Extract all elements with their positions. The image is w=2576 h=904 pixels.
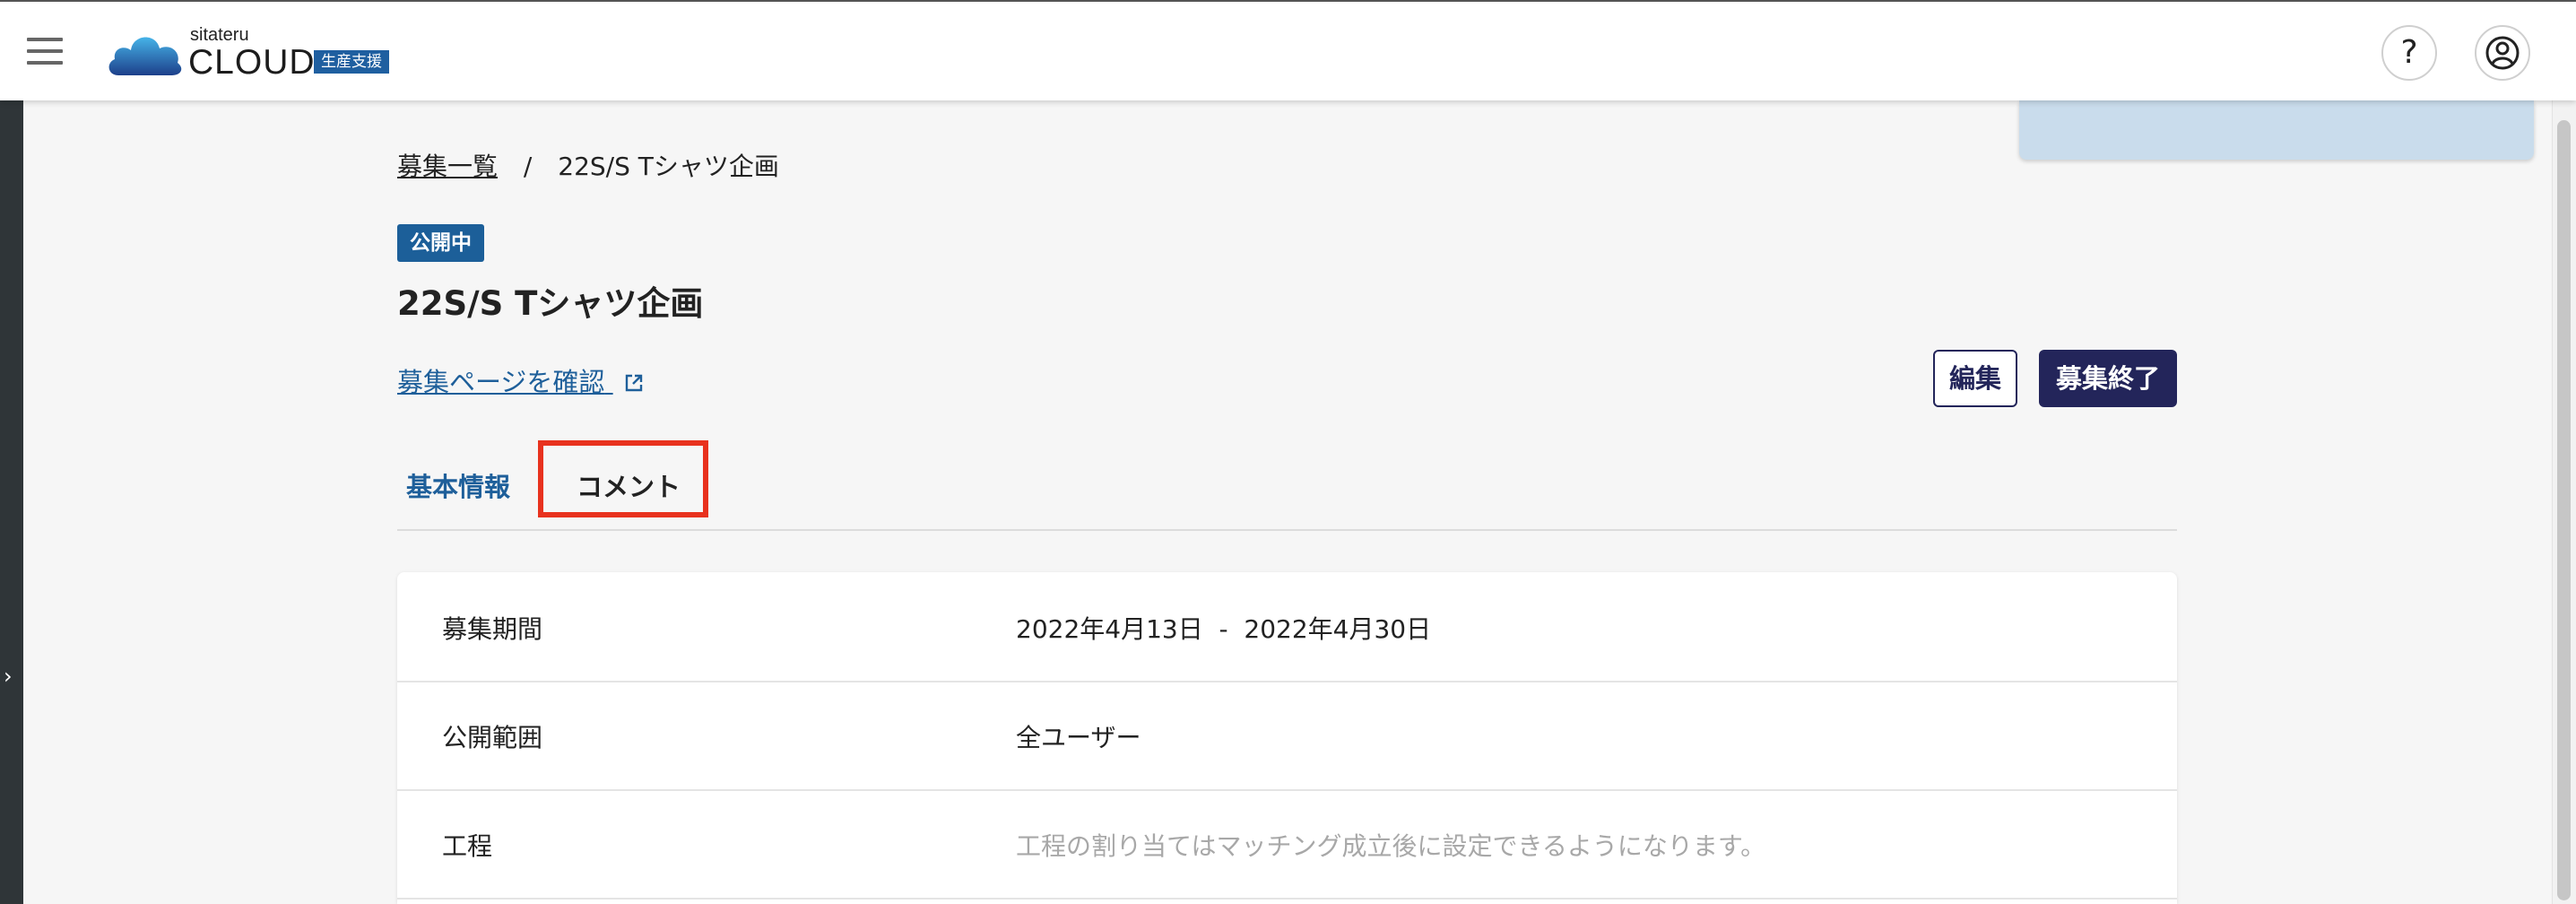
breadcrumb-separator: / xyxy=(523,152,533,181)
tab-basic-info[interactable]: 基本情報 xyxy=(406,466,510,504)
help-button[interactable]: ? xyxy=(2381,25,2437,81)
brand-main-text: CLOUD xyxy=(188,43,316,82)
breadcrumb-current: 22S/S Tシャツ企画 xyxy=(558,152,779,181)
recruit-page-link[interactable]: 募集ページを確認 xyxy=(397,361,644,399)
end-recruitment-button[interactable]: 募集終了 xyxy=(2039,350,2177,407)
scrollbar[interactable] xyxy=(2552,100,2576,904)
detail-label: 工程 xyxy=(442,831,493,861)
breadcrumb: 募集一覧 / 22S/S Tシャツ企画 xyxy=(397,147,779,183)
detail-value: 2022年4月13日 - 2022年4月30日 xyxy=(1016,614,1432,644)
question-icon: ? xyxy=(2400,34,2418,71)
highlight-annotation xyxy=(538,440,708,517)
app-logo[interactable]: sitateru CLOUD 生産支援 xyxy=(106,25,411,83)
top-bar: sitateru CLOUD 生産支援 ? xyxy=(0,0,2576,100)
notification-panel xyxy=(2019,100,2534,160)
breadcrumb-parent-link[interactable]: 募集一覧 xyxy=(397,152,498,181)
detail-label: 公開範囲 xyxy=(442,723,543,752)
user-circle-icon xyxy=(2485,36,2520,70)
account-button[interactable] xyxy=(2475,25,2530,81)
page-title: 22S/S Tシャツ企画 xyxy=(397,284,704,323)
detail-row-process: 工程 工程の割り当てはマッチング成立後に設定できるようになります。 xyxy=(397,789,2177,900)
external-link-icon xyxy=(624,369,644,399)
side-rail[interactable]: › xyxy=(0,100,23,904)
recruit-page-link-label: 募集ページを確認 xyxy=(397,367,605,397)
scrollbar-thumb[interactable] xyxy=(2557,120,2571,900)
brand-tag: 生産支援 xyxy=(314,50,389,74)
detail-value: 工程の割り当てはマッチング成立後に設定できるようになります。 xyxy=(1016,831,1766,861)
detail-value: 全ユーザー xyxy=(1016,723,1141,752)
info-card: 募集期間 2022年4月13日 - 2022年4月30日 公開範囲 全ユーザー … xyxy=(397,572,2177,904)
status-badge: 公開中 xyxy=(397,224,484,262)
edit-button[interactable]: 編集 xyxy=(1933,350,2017,407)
detail-row-scope: 公開範囲 全ユーザー xyxy=(397,681,2177,791)
detail-row-period: 募集期間 2022年4月13日 - 2022年4月30日 xyxy=(397,572,2177,682)
detail-label: 募集期間 xyxy=(442,614,543,644)
cloud-logo-icon xyxy=(108,37,182,75)
hamburger-icon[interactable] xyxy=(27,38,63,65)
chevron-right-icon[interactable]: › xyxy=(4,664,13,689)
